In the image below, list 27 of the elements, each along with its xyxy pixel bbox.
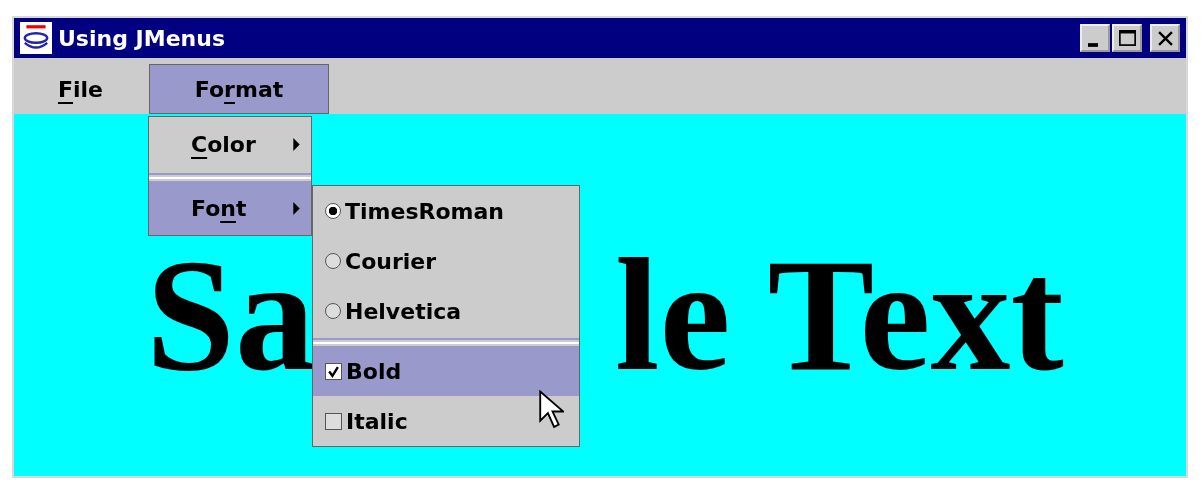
radio-button[interactable] <box>325 303 341 319</box>
menu-item[interactable]: Color <box>149 117 311 171</box>
submenu-arrow-icon <box>292 136 301 152</box>
sample-text: Sa <box>146 235 315 395</box>
checkbox[interactable] <box>325 362 342 380</box>
maximize-button[interactable] <box>1112 24 1142 52</box>
submenu-arrow-icon <box>292 200 301 216</box>
pointer-icon <box>538 390 564 430</box>
minimize-icon <box>1088 43 1098 47</box>
menu-item[interactable]: Font <box>149 181 311 235</box>
close-icon <box>1157 30 1173 46</box>
menu-item[interactable]: Italic <box>313 396 579 446</box>
sample-text: le Text <box>615 235 1064 395</box>
radio-button[interactable] <box>325 203 341 219</box>
menu-item[interactable]: TimesRoman <box>313 186 579 236</box>
menu-item[interactable]: Courier <box>313 236 579 286</box>
checkbox[interactable] <box>325 412 342 430</box>
menu-item[interactable]: Format <box>149 64 330 114</box>
close-button[interactable] <box>1150 24 1180 52</box>
minimize-button[interactable] <box>1080 24 1110 52</box>
maximize-icon <box>1118 30 1136 46</box>
menu-item[interactable]: File <box>28 64 134 114</box>
radio-button[interactable] <box>325 253 341 269</box>
menu-item[interactable]: Bold <box>313 346 579 396</box>
menu-item[interactable]: Helvetica <box>313 286 579 336</box>
app-icon <box>20 22 52 54</box>
window-title: Using JMenus <box>58 25 226 51</box>
